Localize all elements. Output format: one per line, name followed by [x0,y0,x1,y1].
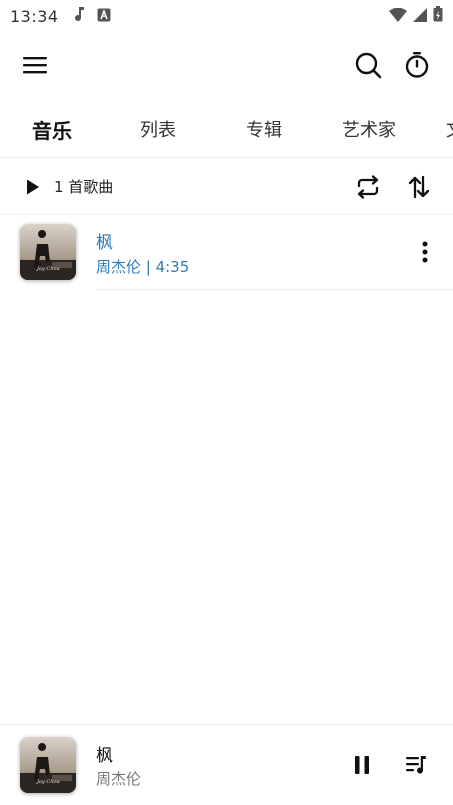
text-a-icon [97,7,111,26]
mini-player-title: 枫 [96,746,113,766]
search-icon [355,52,382,79]
menu-button[interactable] [20,50,50,80]
repeat-icon [357,175,379,199]
divider [0,157,453,158]
play-all-button[interactable]: 1 首歌曲 [26,176,113,197]
more-vert-icon [422,241,428,263]
music-note-icon [73,6,87,26]
repeat-button[interactable] [352,172,384,202]
tab-music[interactable]: 音乐 [32,115,72,144]
wifi-icon [389,7,407,26]
sort-button[interactable] [404,172,434,202]
play-icon [27,179,39,194]
divider [96,289,453,290]
queue-icon [406,756,426,774]
menu-icon [23,57,47,74]
timer-icon [405,52,429,78]
song-artist-duration: 周杰伦 | 4:35 [96,258,190,276]
status-time: 13:34 [10,6,59,26]
divider [0,214,453,215]
tab-artists[interactable]: 艺术家 [342,116,396,142]
sleep-timer-button[interactable] [401,49,433,81]
list-header: 1 首歌曲 [0,162,453,212]
app-bar [0,36,453,94]
pause-button[interactable] [348,751,376,779]
song-list-item[interactable]: Jay Chou 枫 周杰伦 | 4:35 [0,220,453,288]
song-more-button[interactable] [413,236,437,268]
status-bar: 13:34 [0,0,453,32]
mini-player-artist: 周杰伦 [96,770,142,788]
tab-playlists[interactable]: 列表 [140,116,176,142]
tab-albums[interactable]: 专辑 [246,116,282,142]
battery-icon [433,6,443,26]
category-tabs: 音乐 列表 专辑 艺术家 文 [0,104,453,154]
search-button[interactable] [352,49,384,81]
sort-icon [408,175,430,199]
signal-icon [413,7,427,26]
svg-text:Jay Chou: Jay Chou [36,266,60,272]
svg-text:Jay Chou: Jay Chou [36,779,60,785]
song-title: 枫 [96,233,113,253]
mini-player-cover: Jay Chou [20,737,76,793]
album-cover: Jay Chou [20,224,76,280]
song-count: 1 首歌曲 [54,178,114,196]
mini-player[interactable]: Jay Chou 枫 周杰伦 [0,725,453,805]
pause-icon [355,756,369,774]
queue-button[interactable] [403,751,431,779]
tab-folders[interactable]: 文 [446,116,453,142]
